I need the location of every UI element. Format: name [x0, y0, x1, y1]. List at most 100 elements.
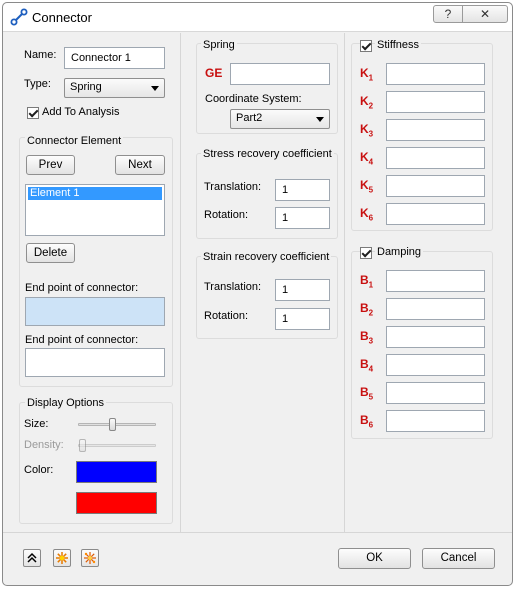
b-coefficient-label: B6	[360, 413, 373, 429]
coefficient-prefix: K	[360, 178, 369, 192]
collapse-up-icon[interactable]	[23, 549, 41, 567]
list-item[interactable]: Element 1	[28, 187, 162, 200]
element-list[interactable]: Element 1	[25, 184, 165, 236]
coefficient-subscript: 5	[368, 392, 374, 402]
coefficient-subscript: 5	[368, 185, 374, 195]
sun-icon[interactable]	[53, 549, 71, 567]
coefficient-subscript: 6	[368, 420, 374, 430]
stiffness-label: Stiffness	[375, 39, 421, 51]
coefficient-subscript: 2	[368, 101, 374, 111]
color-swatch-secondary[interactable]	[76, 492, 157, 514]
coefficient-prefix: B	[360, 357, 369, 371]
end-point-1-field[interactable]	[25, 297, 165, 326]
coefficient-subscript: 1	[368, 280, 374, 290]
stress-translation-field[interactable]	[275, 179, 330, 201]
b-coefficient-label: B5	[360, 385, 373, 401]
coefficient-prefix: K	[360, 94, 369, 108]
coordinate-system-label: Coordinate System:	[205, 93, 302, 105]
k-coefficient-label: K2	[360, 94, 373, 110]
stress-rotation-field[interactable]	[275, 207, 330, 229]
damping-label: Damping	[375, 246, 424, 258]
connector-icon	[10, 8, 28, 26]
coefficient-prefix: K	[360, 206, 369, 220]
k-coefficient-field[interactable]	[386, 203, 485, 225]
b-coefficient-field[interactable]	[386, 326, 485, 348]
right-column-divider	[344, 33, 345, 532]
stress-recovery-group-label: Stress recovery coefficient	[201, 148, 334, 160]
cancel-button[interactable]: Cancel	[422, 548, 495, 569]
stress-rotation-label: Rotation:	[204, 209, 249, 221]
k-coefficient-field[interactable]	[386, 119, 485, 141]
end-point-2-label: End point of connector:	[25, 334, 139, 346]
k-coefficient-field[interactable]	[386, 91, 485, 113]
prev-button[interactable]: Prev	[26, 155, 75, 175]
coordinate-system-select[interactable]: Part2	[230, 109, 330, 129]
b-coefficient-label: B3	[360, 329, 373, 345]
sun-multi-icon[interactable]	[81, 549, 99, 567]
b-coefficient-field[interactable]	[386, 382, 485, 404]
next-button[interactable]: Next	[115, 155, 165, 175]
strain-rotation-label: Rotation:	[204, 310, 249, 322]
end-point-2-field[interactable]	[25, 348, 165, 377]
coefficient-subscript: 4	[368, 364, 374, 374]
ge-field[interactable]	[230, 63, 330, 85]
coefficient-subscript: 3	[368, 129, 374, 139]
delete-button[interactable]: Delete	[26, 243, 75, 263]
coefficient-subscript: 6	[368, 213, 374, 223]
footer-divider	[3, 532, 512, 533]
name-label: Name:	[24, 49, 57, 61]
type-select[interactable]: Spring	[64, 78, 165, 98]
strain-translation-label: Translation:	[204, 281, 262, 293]
coefficient-prefix: K	[360, 66, 369, 80]
b-coefficient-field[interactable]	[386, 270, 485, 292]
strain-translation-field[interactable]	[275, 279, 330, 301]
coefficient-subscript: 2	[368, 308, 374, 318]
b-coefficient-field[interactable]	[386, 298, 485, 320]
density-slider-track	[78, 444, 156, 447]
strain-rotation-field[interactable]	[275, 308, 330, 330]
coefficient-prefix: B	[360, 385, 369, 399]
size-slider-track	[78, 423, 156, 426]
coefficient-prefix: B	[360, 273, 369, 287]
window-title: Connector	[32, 10, 92, 25]
k-coefficient-label: K3	[360, 122, 373, 138]
k-coefficient-field[interactable]	[386, 63, 485, 85]
ok-button[interactable]: OK	[338, 548, 411, 569]
b-coefficient-label: B2	[360, 301, 373, 317]
k-coefficient-field[interactable]	[386, 175, 485, 197]
coordinate-system-value: Part2	[236, 112, 263, 124]
connector-element-group-label: Connector Element	[25, 135, 124, 147]
k-coefficient-label: K4	[360, 150, 373, 166]
type-label: Type:	[24, 78, 51, 90]
end-point-1-label: End point of connector:	[25, 282, 139, 294]
connector-dialog: Connector ? ✕ Name: Type: Spring Add To …	[2, 2, 513, 586]
b-coefficient-field[interactable]	[386, 410, 485, 432]
coefficient-prefix: K	[360, 150, 369, 164]
stiffness-checkbox[interactable]	[360, 40, 372, 52]
close-button[interactable]: ✕	[462, 5, 508, 23]
ge-label: GE	[205, 66, 223, 80]
size-slider-thumb[interactable]	[109, 418, 116, 431]
chevron-down-icon	[151, 86, 159, 91]
density-label: Density:	[24, 439, 64, 451]
coefficient-prefix: K	[360, 122, 369, 136]
stress-translation-label: Translation:	[204, 181, 262, 193]
coefficient-prefix: B	[360, 329, 369, 343]
name-field[interactable]	[64, 47, 165, 69]
left-column-divider	[180, 33, 181, 532]
add-to-analysis-label: Add To Analysis	[42, 106, 120, 118]
coefficient-prefix: B	[360, 413, 369, 427]
damping-checkbox[interactable]	[360, 247, 372, 259]
b-coefficient-label: B1	[360, 273, 373, 289]
color-swatch-primary[interactable]	[76, 461, 157, 483]
density-slider-thumb	[79, 439, 86, 452]
add-to-analysis-checkbox[interactable]	[27, 107, 39, 119]
k-coefficient-label: K5	[360, 178, 373, 194]
b-coefficient-field[interactable]	[386, 354, 485, 376]
coefficient-subscript: 3	[368, 336, 374, 346]
help-button[interactable]: ?	[433, 5, 463, 23]
strain-recovery-group-label: Strain recovery coefficient	[201, 251, 332, 263]
size-label: Size:	[24, 418, 49, 430]
k-coefficient-field[interactable]	[386, 147, 485, 169]
display-options-group-label: Display Options	[25, 397, 107, 409]
